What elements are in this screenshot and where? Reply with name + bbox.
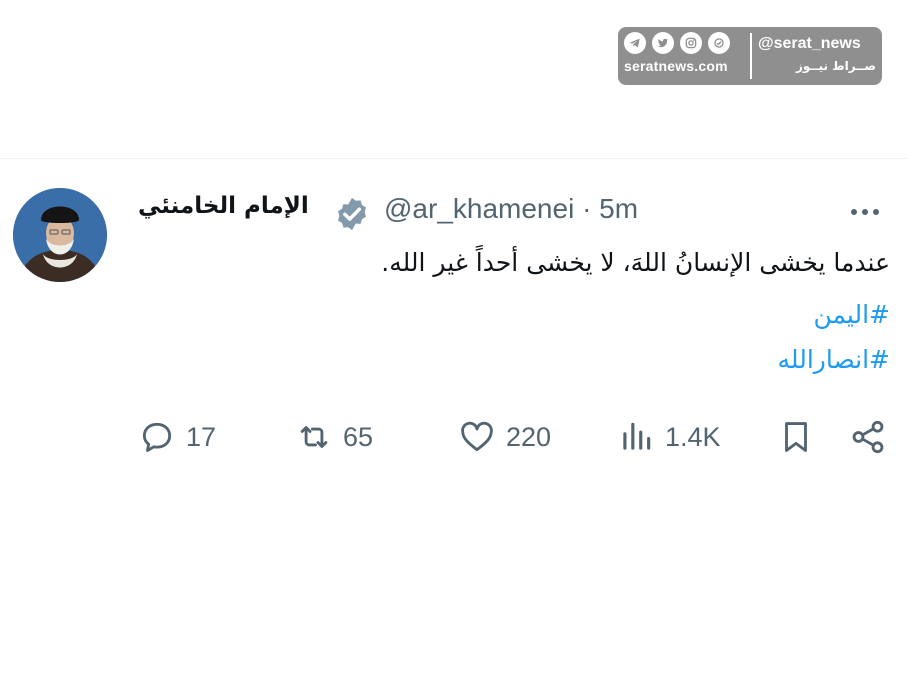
share-icon (852, 420, 884, 454)
watermark-divider (750, 33, 752, 79)
dot (862, 209, 868, 215)
avatar[interactable] (13, 188, 107, 282)
like-count: 220 (506, 421, 552, 452)
hashtag-link[interactable]: #انصارالله (778, 345, 890, 374)
watermark-handle: @serat_news (758, 35, 861, 52)
hashtag-link[interactable]: #اليمن (813, 300, 890, 329)
dot (873, 209, 879, 215)
views-chart-icon (623, 422, 651, 450)
tweet-text: عندما يخشى الإنسانُ اللهَ، لا يخشى أحداً… (381, 248, 890, 277)
watermark-badge: seratnews.com @serat_news صــراط نیــوز (618, 27, 882, 85)
reply-icon (142, 422, 172, 452)
views-count: 1.4K (665, 421, 721, 452)
retweet-button[interactable]: 65 (295, 418, 373, 456)
views-button[interactable]: 1.4K (617, 418, 721, 456)
reply-button[interactable]: 17 (138, 418, 216, 456)
heart-icon (461, 421, 493, 452)
aparat-icon (708, 32, 730, 54)
telegram-icon (624, 32, 646, 54)
share-button[interactable] (849, 418, 887, 456)
retweet-count: 65 (343, 421, 374, 452)
bookmark-button[interactable] (777, 418, 815, 456)
watermark-social-icons (624, 32, 730, 54)
like-button[interactable]: 220 (458, 418, 551, 456)
twitter-icon (652, 32, 674, 54)
divider (0, 158, 908, 159)
watermark-site: seratnews.com (624, 58, 728, 74)
watermark-brand: صــراط نیــوز (795, 59, 876, 73)
more-options-icon[interactable] (851, 209, 879, 215)
verified-badge-icon (338, 197, 366, 231)
instagram-icon (680, 32, 702, 54)
bookmark-icon (785, 422, 807, 452)
handle-timestamp[interactable]: @ar_khamenei · 5m (384, 193, 638, 225)
author-name[interactable]: الإمام الخامنئي (138, 193, 309, 219)
dot (851, 209, 857, 215)
retweet-icon (300, 426, 328, 448)
reply-count: 17 (186, 421, 217, 452)
